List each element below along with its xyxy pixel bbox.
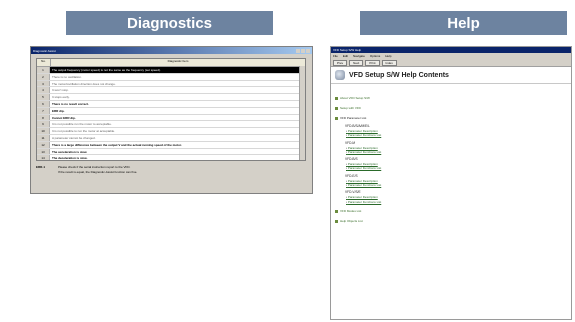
book-icon xyxy=(335,209,338,213)
vertical-scrollbar[interactable] xyxy=(299,66,305,160)
help-page-heading: VFD Setup S/W Help Contents xyxy=(331,67,571,84)
book-icon xyxy=(335,219,338,223)
table-row[interactable]: 4 It won't stop. xyxy=(37,87,305,95)
row-number: 4 xyxy=(37,87,50,94)
row-number: 12 xyxy=(37,141,50,148)
row-number: 11 xyxy=(37,134,50,141)
diagnostic-table-header: No. Diagnostic Item xyxy=(37,59,305,67)
toc-item-about[interactable]: About VFD Setup S/W xyxy=(335,96,567,101)
row-number: 5 xyxy=(37,94,50,100)
menu-item-navigate[interactable]: Navigate xyxy=(353,53,365,59)
footer-line: If the result is equal, the Diagnostic-A… xyxy=(58,170,138,174)
table-row[interactable]: 2 There is no oscillation. xyxy=(37,73,305,81)
diagnostic-table: No. Diagnostic Item 1 The output frequenc… xyxy=(36,58,306,161)
maximize-icon[interactable] xyxy=(301,48,305,53)
row-number: 3 xyxy=(37,80,50,87)
row-number: 9 xyxy=(37,121,50,128)
column-header-item: Diagnostic Item xyxy=(167,59,189,63)
row-text: It won't stop. xyxy=(52,88,69,93)
diagnostics-window-title: Diagnostic Assist xyxy=(33,48,56,53)
help-link[interactable]: Parameter Functions List xyxy=(346,150,567,154)
row-number: 13 xyxy=(37,148,50,155)
parameter-group: VFD-MParameter DescriptionParameter Func… xyxy=(345,141,567,155)
diagnostic-footer: ERR-1 Please check if the serial instruc… xyxy=(36,165,306,175)
diagnostic-rows: 1 The output frequency (motor speed) is n… xyxy=(37,67,305,161)
row-number: 10 xyxy=(37,128,50,134)
row-text: The deceleration is slow. xyxy=(52,156,88,161)
row-text: It is not possible to run the motor at a… xyxy=(52,129,116,134)
menu-item-options[interactable]: Options xyxy=(370,53,380,59)
row-text: ERR dip. xyxy=(52,108,65,113)
row-number: 6 xyxy=(37,100,50,107)
table-row[interactable]: 10 It is not possible to run the motor at… xyxy=(37,128,305,135)
row-text: The acceleration is slow. xyxy=(52,149,88,154)
row-text: It stops early. xyxy=(52,95,70,100)
diagnostics-window: Diagnostic Assist No. Diagnostic Item 1T… xyxy=(30,46,313,194)
help-link[interactable]: Parameter Functions List xyxy=(346,133,567,137)
table-row[interactable]: 1 The output frequency (motor speed) is n… xyxy=(37,67,305,74)
table-row[interactable]: 13 The acceleration is slow. xyxy=(37,148,305,156)
diagnostics-header: Diagnostics xyxy=(66,11,273,35)
table-row[interactable]: 12 There is a large difference between th… xyxy=(37,141,305,149)
table-row[interactable]: 7 ERR dip. xyxy=(37,107,305,115)
help-header: Help xyxy=(360,11,567,35)
table-row[interactable]: 3 The motor/oscillation direction does no… xyxy=(37,80,305,88)
row-text: The output frequency (motor speed) is no… xyxy=(50,67,305,73)
table-row[interactable]: 11 A parameter cannot be changed. xyxy=(37,134,305,142)
row-number: 7 xyxy=(37,107,50,114)
toc-item-modes[interactable]: VFD Modes List xyxy=(335,209,567,214)
index-button[interactable]: Index xyxy=(381,59,397,66)
row-text: There is no oscillation. xyxy=(52,74,82,79)
row-number: 14 xyxy=(37,155,50,160)
book-icon xyxy=(335,97,338,100)
diagnostics-titlebar: Diagnostic Assist xyxy=(31,47,312,54)
row-text: The motor/oscillation direction does not… xyxy=(52,81,116,86)
page-title: VFD Setup S/W Help Contents xyxy=(349,71,449,79)
help-window: VFD Setup S/W Help File Edit Navigate Op… xyxy=(330,46,572,320)
row-number: 2 xyxy=(37,73,50,80)
help-logo-icon xyxy=(335,70,345,80)
help-link[interactable]: Parameter Functions List xyxy=(346,183,567,187)
minimize-icon[interactable] xyxy=(296,48,300,53)
row-text: There is no result correct. xyxy=(52,101,89,106)
help-link[interactable]: Parameter Functions List xyxy=(346,166,567,170)
book-icon xyxy=(335,107,338,110)
table-row[interactable]: 5 It stops early. xyxy=(37,94,305,101)
table-row[interactable]: 14 The deceleration is slow. xyxy=(37,155,305,161)
row-number: 1 xyxy=(37,67,50,73)
row-text: Cannot ERR dip. xyxy=(52,115,76,120)
row-text: It is not possible run the motor to acce… xyxy=(52,122,112,127)
book-icon xyxy=(335,117,338,120)
close-icon[interactable] xyxy=(306,48,310,53)
toc-item-objects[interactable]: Help Objects List xyxy=(335,219,567,224)
toc-item-parameter-list[interactable]: VFD Parameter List xyxy=(335,116,567,121)
column-header-no: No. xyxy=(37,59,51,66)
table-row[interactable]: 8 Cannot ERR dip. xyxy=(37,114,305,122)
help-toc: About VFD Setup S/W Setup with VFD VFD P… xyxy=(335,91,567,227)
toc-item-setup[interactable]: Setup with VFD xyxy=(335,106,567,111)
row-text: There is a large difference between the … xyxy=(52,142,182,147)
menu-item-file[interactable]: File xyxy=(333,53,338,59)
parameter-group: VFD-V/S/EParameter DescriptionParameter … xyxy=(345,190,567,204)
parameter-groups: VFD-B/S/A/M/E/LParameter DescriptionPara… xyxy=(335,124,567,204)
row-number: 8 xyxy=(37,114,50,121)
table-row[interactable]: 6 There is no result correct. xyxy=(37,100,305,108)
menu-item-help[interactable]: Help xyxy=(385,53,391,59)
parameter-group: VFD-B/SParameter DescriptionParameter Fu… xyxy=(345,157,567,171)
print-button[interactable]: Print xyxy=(365,59,380,66)
help-link[interactable]: Parameter Functions List xyxy=(346,200,567,204)
parameter-group: VFD-E/SParameter DescriptionParameter Fu… xyxy=(345,174,567,188)
row-text: A parameter cannot be changed. xyxy=(52,135,96,140)
parameter-group: VFD-B/S/A/M/E/LParameter DescriptionPara… xyxy=(345,124,567,138)
prev-button[interactable]: Prev xyxy=(333,59,348,66)
next-button[interactable]: Next xyxy=(349,59,364,66)
table-row[interactable]: 9 It is not possible run the motor to acc… xyxy=(37,121,305,129)
menu-item-edit[interactable]: Edit xyxy=(343,53,348,59)
footer-label: ERR-1 xyxy=(36,165,46,169)
help-toolbar: Prev Next Print Index xyxy=(331,59,571,67)
